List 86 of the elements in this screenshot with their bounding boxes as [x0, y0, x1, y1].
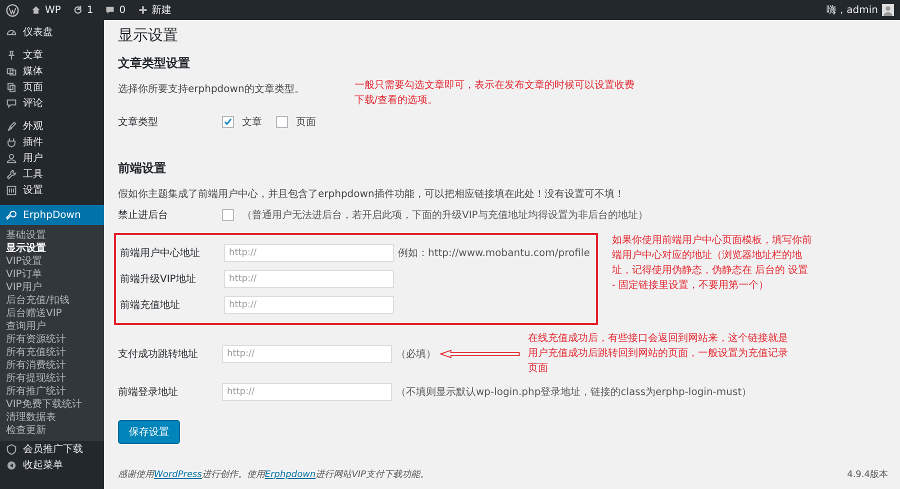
input-field[interactable]: http://: [224, 270, 394, 288]
submenu-item[interactable]: 基础设置: [0, 229, 104, 242]
submenu-item[interactable]: 检查更新: [0, 424, 104, 437]
checkbox[interactable]: [222, 209, 234, 221]
comments-link[interactable]: 0: [105, 4, 126, 16]
collapse-icon: [6, 460, 17, 470]
home-icon: [31, 5, 41, 15]
plus-icon: [138, 5, 148, 15]
field-label: 前端用户中心地址: [120, 246, 201, 260]
field-note: （必填）: [396, 348, 436, 360]
brush-icon: [6, 120, 17, 132]
account-link[interactable]: 嗨，admin: [826, 3, 878, 17]
submenu-item[interactable]: VIP设置: [0, 255, 104, 268]
footer-text: 感谢使用WordPress进行创作。使用Erphpdown进行网站VIP支付下载功能。: [118, 468, 429, 481]
comment-icon: [105, 5, 116, 15]
submenu-item[interactable]: 所有消费统计: [0, 359, 104, 372]
media-icon: [6, 66, 17, 76]
menu-item[interactable]: 插件: [0, 134, 104, 150]
submenu-item[interactable]: 所有充值统计: [0, 346, 104, 359]
field-note: 例如：http://www.mobantu.com/profile: [398, 247, 590, 260]
submenu-item[interactable]: VIP订单: [0, 268, 104, 281]
checkbox[interactable]: [276, 116, 288, 128]
submenu-item[interactable]: 后台赠送VIP: [0, 307, 104, 320]
menu-item[interactable]: 文章: [0, 47, 104, 63]
menu-item[interactable]: 设置: [0, 182, 104, 198]
submenu-item[interactable]: 所有提现统计: [0, 372, 104, 385]
menu-item[interactable]: 页面: [0, 79, 104, 95]
checkbox-option[interactable]: 页面: [276, 115, 316, 129]
erphpdown-link[interactable]: Erphpdown: [264, 470, 316, 480]
wordpress-link[interactable]: WordPress: [154, 470, 202, 480]
field-label: 前端充值地址: [120, 298, 181, 312]
pages-icon: [6, 82, 17, 92]
section-description: 选择你所要支持erphpdown的文章类型。: [118, 82, 304, 96]
field-label: 前端升级VIP地址: [120, 272, 197, 286]
field-label: 支付成功跳转地址: [118, 348, 199, 360]
new-link[interactable]: 新建: [138, 3, 172, 17]
updates-link[interactable]: 1: [72, 4, 94, 16]
field-label: 前端登录地址: [118, 386, 179, 399]
version-text: 4.9.4版本: [847, 468, 888, 481]
checkbox[interactable]: [222, 116, 234, 128]
input-field[interactable]: http://: [224, 244, 394, 262]
submenu-item[interactable]: 清理数据表: [0, 411, 104, 424]
menu-item[interactable]: 外观: [0, 118, 104, 134]
settings-icon: [6, 184, 17, 196]
menu-item[interactable]: 仪表盘: [0, 24, 104, 40]
submenu-item[interactable]: 显示设置: [0, 242, 104, 255]
collapse-menu-button[interactable]: 收起菜单: [0, 457, 104, 473]
user-icon: [6, 152, 17, 164]
page-title: 显示设置: [118, 25, 179, 46]
submenu-item[interactable]: 所有推广统计: [0, 385, 104, 398]
menu-item[interactable]: 评论: [0, 95, 104, 111]
submenu-item[interactable]: 后台充值/扣钱: [0, 294, 104, 307]
menu-item[interactable]: 媒体: [0, 63, 104, 79]
section-description: 假如你主题集成了前端用户中心，并且包含了erphpdown插件功能，可以把相应链接填在此处！没有设置可不填！: [118, 188, 626, 201]
field-note: （普通用户无法进后台，若开启此项，下面的升级VIP与充值地址均得设置为非后台的地址）: [242, 208, 648, 222]
menu-item[interactable]: ErphpDown: [0, 205, 104, 225]
key-icon: [6, 210, 17, 220]
input-field[interactable]: http://: [222, 383, 392, 401]
submenu-item[interactable]: VIP用户: [0, 281, 104, 294]
input-field[interactable]: http://: [224, 296, 394, 314]
save-button[interactable]: 保存设置: [118, 420, 180, 444]
submenu-item[interactable]: 所有资源统计: [0, 333, 104, 346]
refresh-icon: [72, 5, 83, 15]
shield-icon: [6, 444, 17, 454]
submenu-item[interactable]: 查询用户: [0, 320, 104, 333]
section-heading: 前端设置: [118, 160, 167, 177]
menu-item[interactable]: 用户: [0, 150, 104, 166]
field-label: 文章类型: [118, 116, 159, 129]
plug-icon: [6, 136, 17, 148]
wordpress-logo-icon[interactable]: [6, 4, 19, 16]
annotation-text: 一般只需要勾选文章即可，表示在发布文章的时候可以设置收费下载/查看的选项。: [354, 78, 634, 108]
submenu-item[interactable]: VIP免费下载统计: [0, 398, 104, 411]
menu-item[interactable]: 会员推广下载: [0, 441, 104, 457]
section-heading: 文章类型设置: [118, 55, 191, 72]
annotation-text: 如果你使用前端用户中心页面模板，填写你前端用户中心对应的地址（浏览器地址栏的地址，记得使用伪静态，伪静态在 后台的 设置 - 固定链接里设置，不要用第一个）: [612, 234, 812, 293]
menu-item[interactable]: 工具: [0, 166, 104, 182]
annotation-text: 在线充值成功后，有些接口会返回到网站来，这个链接就是用户充值成功后跳转回到网站的页面，一般设置为充值记录页面: [528, 332, 788, 376]
avatar-icon[interactable]: [882, 4, 894, 16]
field-note: （不填则显示默认wp-login.php登录地址，链接的class为erphp-login-must）: [396, 386, 752, 399]
field-label: 禁止进后台: [118, 208, 169, 222]
pin-icon: [6, 50, 17, 60]
wrench-icon: [6, 168, 17, 180]
checkbox-option[interactable]: 文章: [222, 115, 262, 129]
site-link[interactable]: WP: [31, 4, 61, 16]
input-field[interactable]: http://: [222, 344, 392, 362]
comment-icon: [6, 98, 17, 108]
